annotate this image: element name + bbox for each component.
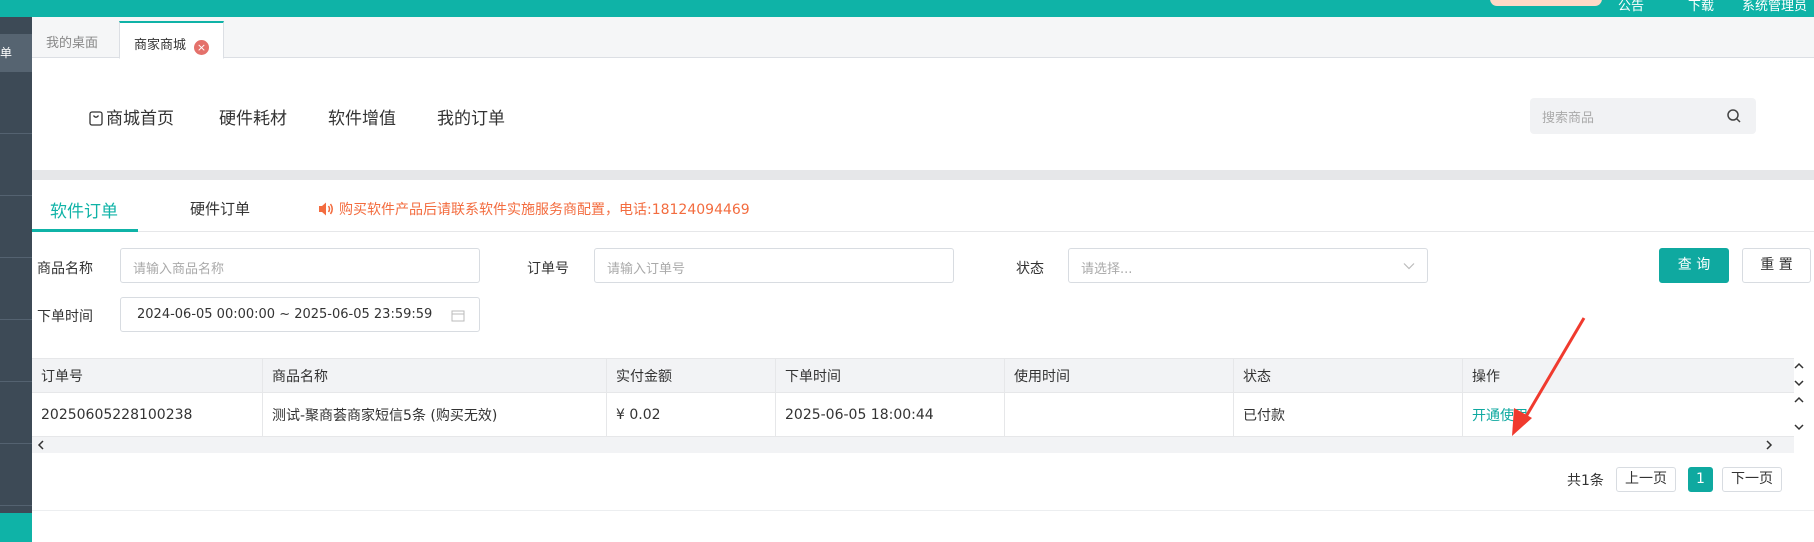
scroll-right-icon[interactable]	[1764, 440, 1774, 450]
sidebar-footer	[0, 513, 32, 542]
order-type-tabs: 软件订单 硬件订单 购买软件产品后请联系软件实施服务商配置，电话:1812409…	[32, 180, 1814, 232]
column-header-status: 状态	[1234, 359, 1463, 392]
tab-merchant-mall[interactable]: 商家商城 ×	[119, 21, 225, 59]
header-nav-user[interactable]: 系统管理员	[1742, 0, 1807, 14]
close-icon[interactable]: ×	[194, 40, 210, 55]
cell-use-time	[1005, 393, 1234, 436]
horizontal-scrollbar[interactable]	[32, 437, 1794, 453]
reset-button[interactable]: 重 置	[1742, 248, 1811, 283]
calendar-icon[interactable]	[451, 309, 465, 322]
left-sidebar: 单	[0, 17, 32, 542]
sidebar-item[interactable]	[0, 444, 32, 506]
column-header-order-number: 订单号	[32, 359, 263, 392]
notice-text: 购买软件产品后请联系软件实施服务商配置，电话:18124094469	[339, 202, 750, 218]
sidebar-item-label: 单	[0, 46, 13, 60]
sidebar-item[interactable]	[0, 134, 32, 196]
date-range-value: 2024-06-05 00:00:00 ~ 2025-06-05 23:59:5…	[137, 307, 433, 322]
sidebar-item[interactable]	[0, 196, 32, 258]
column-header-use-time: 使用时间	[1005, 359, 1234, 392]
nav-mall-home[interactable]: 商城首页	[88, 104, 174, 129]
page-tab-bar: 我的桌面 商家商城 ×	[32, 17, 1814, 59]
tab-label: 商家商城	[134, 38, 187, 53]
chevron-down-icon	[1403, 263, 1415, 270]
scroll-down-icon[interactable]	[1794, 379, 1804, 387]
header-nav-download[interactable]: 下载	[1688, 0, 1714, 14]
prev-page-button[interactable]: 上一页	[1616, 467, 1676, 492]
purchase-notice: 购买软件产品后请联系软件实施服务商配置，电话:18124094469	[317, 199, 750, 219]
product-search-input[interactable]: 搜索商品	[1530, 98, 1756, 134]
sidebar-item-selected[interactable]: 单	[0, 34, 32, 72]
total-count: 共1条	[1567, 473, 1604, 489]
active-tab-indicator	[32, 229, 138, 232]
cell-status: 已付款	[1234, 393, 1463, 436]
scroll-up-icon[interactable]	[1794, 362, 1804, 370]
order-number-input[interactable]: 请输入订单号	[594, 248, 954, 283]
cell-product-name: 测试-聚商荟商家短信5条 (购买无效)	[263, 393, 607, 436]
sidebar-item[interactable]	[0, 258, 32, 320]
column-header-order-time: 下单时间	[776, 359, 1005, 392]
sidebar-item[interactable]	[0, 72, 32, 134]
bottom-divider	[32, 510, 1814, 511]
nav-label: 商城首页	[106, 109, 174, 129]
sidebar-item[interactable]	[0, 320, 32, 382]
search-placeholder: 搜索商品	[1542, 111, 1595, 126]
cell-order-time: 2025-06-05 18:00:44	[776, 393, 1005, 436]
order-time-range-input[interactable]: 2024-06-05 00:00:00 ~ 2025-06-05 23:59:5…	[120, 297, 480, 332]
top-header-bar: 公告 下载 系统管理员	[0, 0, 1814, 17]
tab-software-orders[interactable]: 软件订单	[50, 197, 118, 222]
scroll-down-icon[interactable]	[1794, 423, 1804, 431]
scroll-up-icon[interactable]	[1794, 396, 1804, 404]
column-header-paid-amount: 实付金额	[607, 359, 776, 392]
product-name-input[interactable]: 请输入商品名称	[120, 248, 480, 283]
annotation-arrow-icon	[1512, 317, 1586, 436]
tab-hardware-orders[interactable]: 硬件订单	[190, 198, 250, 219]
cell-order-number: 20250605228100238	[32, 393, 263, 436]
query-button[interactable]: 查 询	[1659, 248, 1729, 283]
mall-navigation: 商城首页 硬件耗材 软件增值 我的订单 搜索商品	[32, 58, 1814, 170]
current-page-button[interactable]: 1	[1688, 467, 1713, 492]
section-divider	[32, 170, 1814, 180]
tab-my-desktop[interactable]: 我的桌面	[32, 21, 112, 59]
status-placeholder: 请选择...	[1081, 262, 1133, 277]
order-number-label: 订单号	[527, 261, 569, 277]
order-time-label: 下单时间	[37, 309, 93, 325]
search-icon[interactable]	[1726, 108, 1742, 124]
status-select[interactable]: 请选择...	[1068, 248, 1428, 283]
header-nav-announcement[interactable]: 公告	[1618, 0, 1644, 14]
scroll-left-icon[interactable]	[36, 440, 46, 450]
product-name-label: 商品名称	[37, 261, 93, 277]
header-badge[interactable]	[1490, 0, 1602, 6]
nav-my-orders[interactable]: 我的订单	[437, 104, 505, 129]
status-label: 状态	[1016, 261, 1044, 277]
sidebar-item[interactable]	[0, 382, 32, 444]
next-page-button[interactable]: 下一页	[1722, 467, 1782, 492]
shopping-bag-icon	[89, 111, 103, 126]
column-header-product-name: 商品名称	[263, 359, 607, 392]
tab-label: 我的桌面	[46, 36, 99, 51]
cell-paid-amount: ¥ 0.02	[607, 393, 776, 436]
nav-hardware-consumables[interactable]: 硬件耗材	[219, 104, 287, 129]
speaker-icon	[319, 202, 333, 216]
nav-software-addons[interactable]: 软件增值	[328, 104, 396, 129]
